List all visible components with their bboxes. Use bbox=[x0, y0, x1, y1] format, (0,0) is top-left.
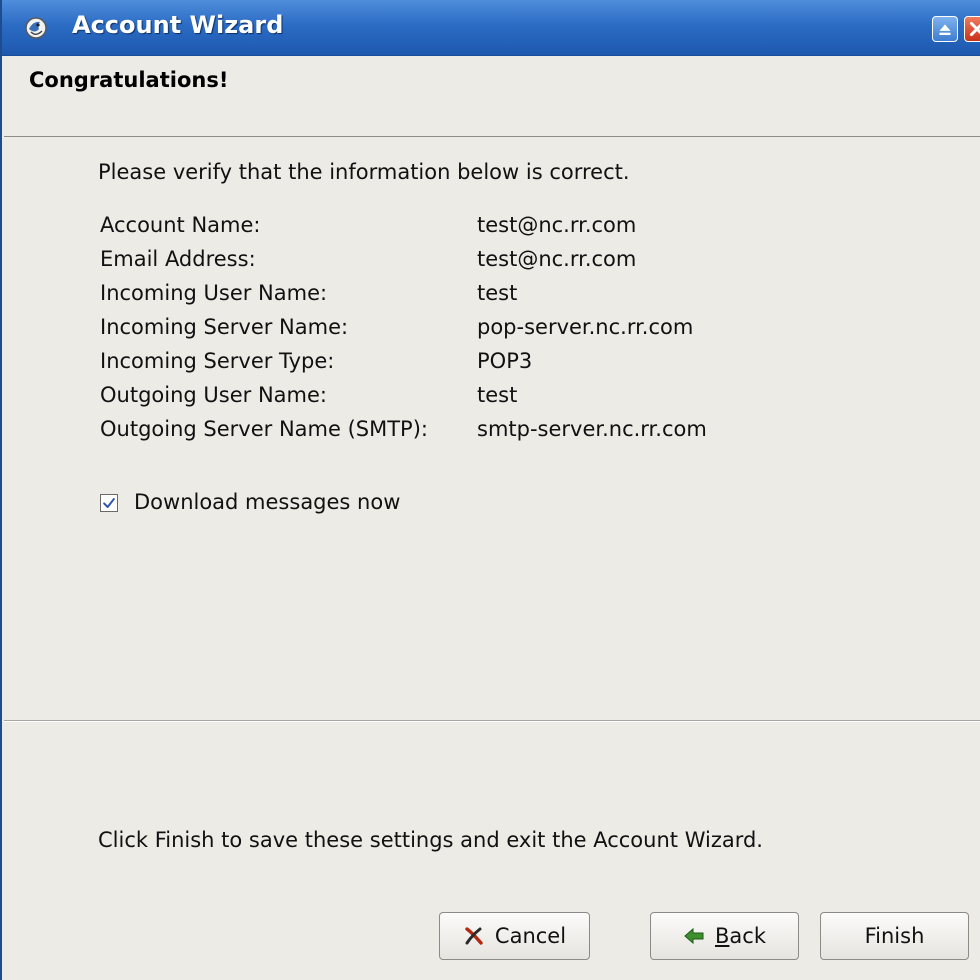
back-button[interactable]: Back bbox=[650, 912, 799, 960]
summary-label: Email Address: bbox=[100, 247, 256, 271]
window-title: Account Wizard bbox=[72, 11, 284, 39]
wizard-header: Congratulations! bbox=[4, 56, 980, 137]
maximize-icon bbox=[939, 24, 951, 35]
summary-row-email-address: Email Address: test@nc.rr.com bbox=[100, 247, 960, 281]
back-label: Back bbox=[715, 924, 766, 948]
checkbox-box[interactable] bbox=[100, 494, 118, 512]
summary-row-incoming-server-name: Incoming Server Name: pop-server.nc.rr.c… bbox=[100, 315, 960, 349]
summary-row-incoming-user-name: Incoming User Name: test bbox=[100, 281, 960, 315]
maximize-button[interactable] bbox=[932, 16, 958, 42]
checkbox-label: Download messages now bbox=[134, 490, 401, 514]
summary-label: Account Name: bbox=[100, 213, 261, 237]
title-bar[interactable]: Account Wizard bbox=[2, 0, 980, 56]
summary-label: Incoming User Name: bbox=[100, 281, 328, 305]
red-x-icon bbox=[465, 927, 483, 945]
left-arrow-icon bbox=[684, 927, 704, 945]
summary-value: test bbox=[477, 383, 518, 407]
summary-row-incoming-server-type: Incoming Server Type: POP3 bbox=[100, 349, 960, 383]
account-wizard-window: Account Wizard Congratulations! Please v… bbox=[0, 0, 980, 980]
checkmark-icon bbox=[103, 498, 115, 508]
thunderbird-icon bbox=[25, 17, 47, 39]
page-title: Congratulations! bbox=[29, 68, 229, 92]
finish-label: Finish bbox=[864, 924, 925, 948]
close-icon bbox=[969, 21, 980, 37]
summary-row-account-name: Account Name: test@nc.rr.com bbox=[100, 213, 960, 247]
cancel-label: Cancel bbox=[494, 924, 567, 948]
summary-value: test@nc.rr.com bbox=[477, 213, 637, 237]
close-button[interactable] bbox=[964, 16, 980, 42]
summary-value: test bbox=[477, 281, 518, 305]
summary-label: Outgoing Server Name (SMTP): bbox=[100, 417, 428, 441]
summary-row-outgoing-user-name: Outgoing User Name: test bbox=[100, 383, 960, 417]
cancel-button[interactable]: Cancel bbox=[439, 912, 590, 960]
summary-value: pop-server.nc.rr.com bbox=[477, 315, 694, 339]
summary-row-outgoing-server-name: Outgoing Server Name (SMTP): smtp-server… bbox=[100, 417, 960, 451]
summary-label: Outgoing User Name: bbox=[100, 383, 327, 407]
finish-button[interactable]: Finish bbox=[820, 912, 969, 960]
button-area-divider bbox=[4, 720, 980, 721]
summary-value: POP3 bbox=[477, 349, 533, 373]
summary-value: test@nc.rr.com bbox=[477, 247, 637, 271]
summary-label: Incoming Server Name: bbox=[100, 315, 349, 339]
wizard-content: Please verify that the information below… bbox=[4, 138, 980, 852]
intro-text: Please verify that the information below… bbox=[98, 160, 630, 184]
summary-label: Incoming Server Type: bbox=[100, 349, 335, 373]
finish-instruction-text: Click Finish to save these settings and … bbox=[98, 828, 763, 852]
summary-value: smtp-server.nc.rr.com bbox=[477, 417, 707, 441]
